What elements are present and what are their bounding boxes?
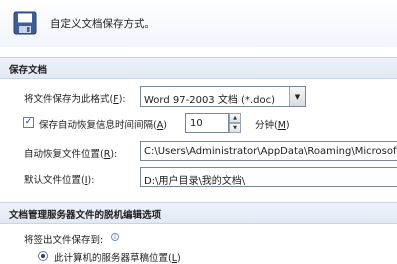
section-save-documents: 保存文档	[0, 57, 397, 79]
autorecover-location-input[interactable]: C:\Users\Administrator\AppData\Roaming\M…	[140, 141, 397, 161]
section-offline-editing: 文档管理服务器文件的脱机编辑选项	[0, 202, 397, 224]
default-location-label: 默认文件位置(I):	[24, 175, 95, 186]
dropdown-arrow-icon[interactable]: ▼	[289, 87, 305, 106]
minutes-spinner[interactable]: ▲ ▼	[229, 113, 241, 133]
save-format-value: Word 97-2003 文档 (*.doc)	[144, 95, 275, 106]
info-icon: i	[111, 233, 119, 241]
minutes-label: 分钟(M)	[255, 120, 290, 131]
autorecover-label[interactable]: 保存自动恢复信息时间间隔(A)	[39, 117, 167, 131]
section-title: 文档管理服务器文件的脱机编辑选项	[9, 210, 162, 221]
spin-up-icon[interactable]: ▲	[229, 113, 241, 123]
server-drafts-label[interactable]: 此计算机的服务器草稿位置(L)	[54, 250, 181, 264]
autorecover-checkbox[interactable]: ✓	[23, 117, 34, 128]
header: 自定义文档保存方式。	[0, 0, 397, 47]
checkout-label: 将签出文件保存到:	[24, 235, 104, 246]
server-drafts-radio[interactable]	[38, 251, 48, 261]
autorecover-location-label: 自动恢复文件位置(R):	[24, 149, 118, 160]
section-title: 保存文档	[9, 65, 48, 76]
default-location-input[interactable]: D:\用户目录\我的文档\	[140, 167, 397, 187]
format-label: 将文件保存为此格式(F):	[24, 94, 126, 105]
autorecover-minutes-input[interactable]: 10	[185, 113, 229, 133]
spin-down-icon[interactable]: ▼	[229, 123, 241, 133]
header-title: 自定义文档保存方式。	[50, 18, 155, 30]
save-format-select[interactable]: Word 97-2003 文档 (*.doc) ▼	[140, 86, 306, 107]
floppy-disk-icon	[13, 11, 37, 35]
